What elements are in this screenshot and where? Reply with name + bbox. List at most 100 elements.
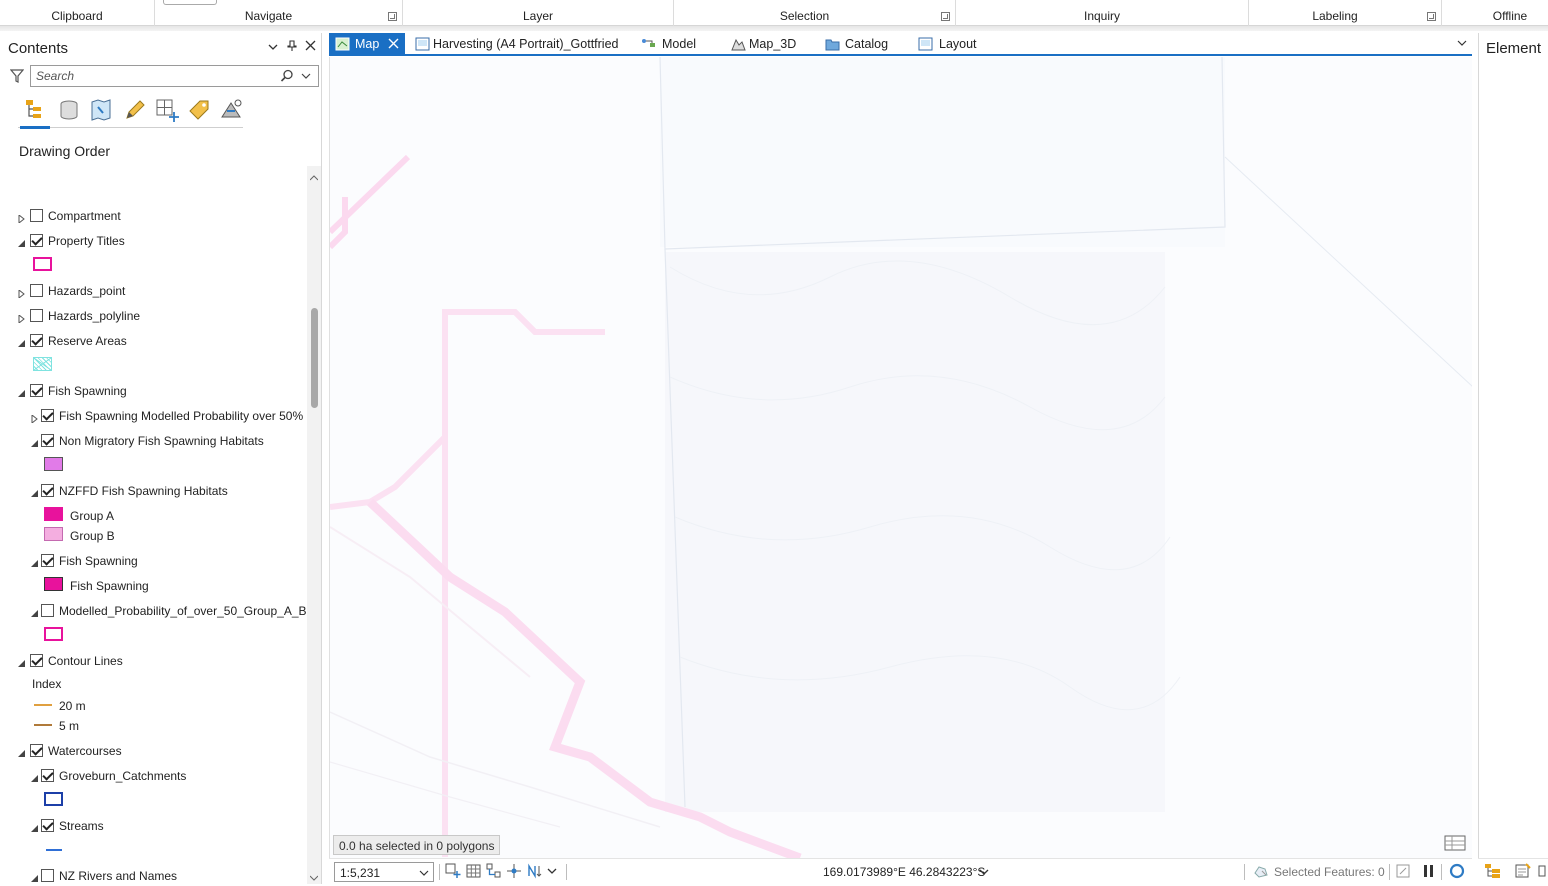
pause-drawing-icon[interactable] bbox=[1421, 863, 1437, 879]
legend-swatch-fish-spawning[interactable] bbox=[44, 577, 63, 591]
selection-view-icon[interactable] bbox=[88, 97, 114, 123]
coordinate-format-chevron-icon[interactable] bbox=[979, 866, 989, 876]
expand-arrow-icon[interactable] bbox=[18, 312, 26, 325]
scale-selector[interactable]: 1:5,231 bbox=[334, 862, 434, 882]
layer-visibility-checkbox[interactable] bbox=[30, 334, 43, 347]
search-icon[interactable] bbox=[280, 69, 294, 83]
collapse-arrow-icon[interactable] bbox=[18, 747, 26, 757]
contents-scrollbar[interactable] bbox=[307, 166, 321, 884]
collapse-arrow-icon[interactable] bbox=[18, 657, 26, 667]
more-tools-chevron-icon[interactable] bbox=[546, 863, 562, 879]
layer-visibility-checkbox[interactable] bbox=[41, 554, 54, 567]
collapse-arrow-icon[interactable] bbox=[31, 822, 39, 832]
search-input[interactable] bbox=[36, 68, 276, 84]
editing-pencil-icon[interactable] bbox=[122, 97, 148, 123]
tab-harvesting-layout[interactable]: Harvesting (A4 Portrait)_Gottfried bbox=[409, 33, 625, 55]
scroll-down-icon[interactable] bbox=[309, 870, 319, 881]
tab-map[interactable]: Map bbox=[329, 33, 405, 55]
grid-icon[interactable] bbox=[466, 863, 482, 879]
collapse-arrow-icon[interactable] bbox=[18, 337, 26, 347]
close-tab-icon[interactable] bbox=[388, 36, 400, 50]
expand-arrow-icon[interactable] bbox=[18, 287, 26, 300]
labeling-tag-icon[interactable] bbox=[186, 97, 212, 123]
layer-visibility-checkbox[interactable] bbox=[41, 484, 54, 497]
fixed-zoom-icon[interactable] bbox=[445, 863, 461, 879]
layer-row-nz-rivers[interactable]: NZ Rivers and Names bbox=[4, 866, 306, 884]
legend-swatch-group-a[interactable] bbox=[44, 507, 63, 521]
layer-row-compartment[interactable]: Compartment bbox=[4, 206, 306, 226]
collapse-arrow-icon[interactable] bbox=[31, 607, 39, 617]
tab-model[interactable]: Model bbox=[635, 33, 715, 55]
scroll-thumb[interactable] bbox=[311, 308, 318, 408]
layer-visibility-checkbox[interactable] bbox=[30, 209, 43, 222]
legend-swatch-modelled-probability[interactable] bbox=[44, 627, 63, 641]
layer-visibility-checkbox[interactable] bbox=[30, 654, 43, 667]
legend-line-streams[interactable] bbox=[46, 849, 62, 851]
layer-visibility-checkbox[interactable] bbox=[30, 234, 43, 247]
scale-dropdown-chevron-icon[interactable] bbox=[419, 867, 429, 877]
table-view-icon[interactable] bbox=[1444, 834, 1466, 852]
contents-pane-toggle-icon[interactable] bbox=[1484, 863, 1500, 879]
close-icon[interactable] bbox=[303, 40, 317, 54]
expand-arrow-icon[interactable] bbox=[18, 212, 26, 225]
legend-line-5m[interactable] bbox=[34, 724, 52, 726]
layer-row-modelled-probability[interactable]: Modelled_Probability_of_over_50_Group_A_… bbox=[4, 601, 306, 621]
dialog-launcher-icon[interactable] bbox=[388, 12, 397, 21]
catalog-pane-toggle-icon[interactable] bbox=[1514, 863, 1531, 879]
layer-visibility-checkbox[interactable] bbox=[41, 769, 54, 782]
layer-row-nzffd[interactable]: NZFFD Fish Spawning Habitats bbox=[4, 481, 306, 501]
perspective-imagery-icon[interactable] bbox=[218, 97, 244, 123]
legend-swatch-group-b[interactable] bbox=[44, 527, 63, 541]
layer-row-watercourses[interactable]: Watercourses bbox=[4, 741, 306, 761]
more-panes-icon[interactable] bbox=[1538, 863, 1546, 879]
snapping-icon[interactable] bbox=[486, 863, 502, 879]
constraints-icon[interactable] bbox=[506, 863, 522, 879]
data-source-icon[interactable] bbox=[56, 97, 82, 123]
layer-visibility-checkbox[interactable] bbox=[30, 384, 43, 397]
layer-row-fish-spawning-group[interactable]: Fish Spawning bbox=[4, 381, 306, 401]
layer-row-contour-lines[interactable]: Contour Lines bbox=[4, 651, 306, 671]
legend-swatch-groveburn[interactable] bbox=[44, 792, 63, 806]
layer-visibility-checkbox[interactable] bbox=[41, 434, 54, 447]
layer-row-property-titles[interactable]: Property Titles bbox=[4, 231, 306, 251]
layer-row-reserve-areas[interactable]: Reserve Areas bbox=[4, 331, 306, 351]
legend-swatch-non-migratory[interactable] bbox=[44, 457, 63, 471]
tab-layout[interactable]: Layout bbox=[912, 33, 992, 55]
layer-visibility-checkbox[interactable] bbox=[30, 744, 43, 757]
layer-row-fish-spawning[interactable]: Fish Spawning bbox=[4, 551, 306, 571]
layer-visibility-checkbox[interactable] bbox=[41, 409, 54, 422]
collapse-arrow-icon[interactable] bbox=[31, 487, 39, 497]
dialog-launcher-icon[interactable] bbox=[1427, 12, 1436, 21]
pane-menu-chevron-icon[interactable] bbox=[266, 40, 280, 54]
legend-swatch-property-titles[interactable] bbox=[33, 257, 52, 271]
collapse-arrow-icon[interactable] bbox=[31, 557, 39, 567]
layer-visibility-checkbox[interactable] bbox=[41, 869, 54, 882]
scroll-up-icon[interactable] bbox=[309, 170, 319, 181]
collapse-arrow-icon[interactable] bbox=[31, 437, 39, 447]
tab-catalog[interactable]: Catalog bbox=[819, 33, 899, 55]
layer-visibility-checkbox[interactable] bbox=[41, 819, 54, 832]
legend-line-20m[interactable] bbox=[34, 704, 52, 706]
map-canvas[interactable]: 0.0 ha selected in 0 polygons bbox=[329, 57, 1472, 858]
collapse-arrow-icon[interactable] bbox=[18, 237, 26, 247]
layer-row-hazards-point[interactable]: Hazards_point bbox=[4, 281, 306, 301]
search-options-chevron-icon[interactable] bbox=[301, 69, 313, 83]
expand-arrow-icon[interactable] bbox=[31, 412, 39, 425]
collapse-arrow-icon[interactable] bbox=[31, 872, 39, 882]
layer-visibility-checkbox[interactable] bbox=[41, 604, 54, 617]
collapse-arrow-icon[interactable] bbox=[18, 387, 26, 397]
north-arrow-icon[interactable] bbox=[526, 863, 542, 879]
layer-visibility-checkbox[interactable] bbox=[30, 309, 43, 322]
layer-row-hazards-polyline[interactable]: Hazards_polyline bbox=[4, 306, 306, 326]
layer-visibility-checkbox[interactable] bbox=[30, 284, 43, 297]
drawing-order-icon[interactable] bbox=[22, 97, 48, 123]
tab-list-chevron-icon[interactable] bbox=[1456, 37, 1468, 49]
layer-row-fish-spawning-modelled[interactable]: Fish Spawning Modelled Probability over … bbox=[4, 406, 306, 426]
layer-row-groveburn-catchments[interactable]: Groveburn_Catchments bbox=[4, 766, 306, 786]
layer-row-streams[interactable]: Streams bbox=[4, 816, 306, 836]
snapping-grid-icon[interactable] bbox=[154, 97, 180, 123]
filter-icon[interactable] bbox=[9, 69, 25, 83]
tab-map3d[interactable]: Map_3D bbox=[725, 33, 805, 55]
collapse-arrow-icon[interactable] bbox=[31, 772, 39, 782]
legend-swatch-reserve-areas[interactable] bbox=[33, 357, 52, 371]
